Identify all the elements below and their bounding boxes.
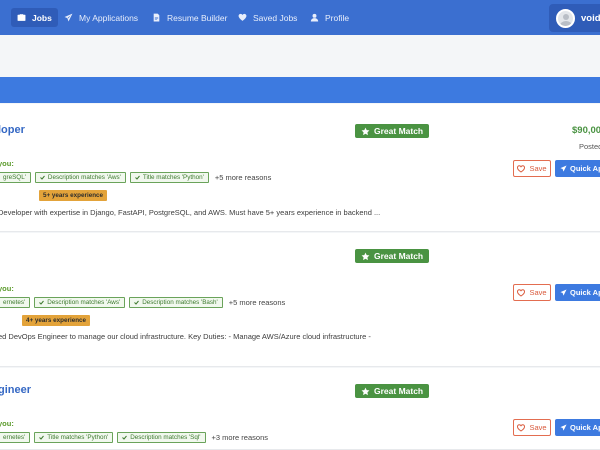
match-label: Great Match	[374, 386, 424, 396]
nav-item-label: My Applications	[79, 12, 139, 23]
star-icon	[361, 127, 370, 135]
more-reasons-link[interactable]: +3 more reasons	[212, 433, 269, 442]
posted-date: Posted	[579, 142, 600, 151]
reason-tag: ernetes'	[0, 297, 31, 308]
match-label: Great Match	[374, 251, 424, 261]
job-description: Developer with expertise in Django, Fast…	[0, 208, 381, 217]
save-label: Save	[529, 423, 547, 432]
apply-label: Quick Ap	[570, 288, 600, 297]
job-description: ed DevOps Engineer to manage our cloud i…	[0, 332, 371, 341]
paper-plane-icon	[64, 13, 73, 22]
match-reasons-label: you:	[0, 419, 14, 428]
star-icon	[361, 387, 370, 395]
reason-tag: Description matches 'Bash'	[129, 297, 223, 308]
heart-icon	[517, 164, 526, 173]
nav-item-label: Jobs	[32, 12, 52, 23]
avatar	[556, 8, 575, 28]
reason-text: ernetes'	[3, 299, 26, 306]
nav-item-profile[interactable]: Profile	[304, 8, 355, 27]
reason-text: Description matches 'Aws'	[47, 299, 121, 306]
user-name: voidm	[581, 12, 600, 24]
reason-text: ernetes'	[3, 434, 26, 441]
quick-apply-button[interactable]: Quick Ap	[555, 284, 600, 301]
quick-apply-button[interactable]: Quick Ap	[555, 160, 600, 177]
match-badge: Great Match	[355, 384, 430, 398]
match-label: Great Match	[374, 126, 424, 136]
reason-tag: Title matches 'Python'	[129, 172, 209, 183]
check-icon	[40, 175, 45, 180]
check-icon	[39, 435, 45, 440]
check-icon	[122, 435, 128, 440]
user-icon	[310, 13, 319, 22]
match-reasons: greSQL' Description matches 'Aws' Title …	[0, 172, 271, 183]
nav-item-my-applications[interactable]: My Applications	[58, 8, 144, 27]
save-button[interactable]: Save	[513, 284, 551, 301]
nav-item-jobs[interactable]: Jobs	[11, 8, 58, 27]
check-icon	[39, 300, 45, 305]
job-card: loper Great Match $90,00 Posted you: gre…	[0, 104, 600, 232]
experience-badge: 4+ years experience	[22, 315, 91, 326]
nav-item-label: Resume Builder	[167, 12, 228, 23]
reason-tag: ernetes'	[0, 432, 31, 443]
match-reasons: ernetes' Description matches 'Aws' Descr…	[0, 297, 285, 308]
save-button[interactable]: Save	[513, 160, 551, 177]
top-navbar: Jobs My Applications Resume Builder Save…	[0, 0, 600, 35]
job-card: gineer Great Match you: ernetes' Title m…	[0, 368, 600, 450]
job-title[interactable]: gineer	[0, 384, 31, 396]
reason-tag: Description matches 'Sql'	[117, 432, 206, 443]
star-icon	[361, 252, 370, 260]
reason-tag: Description matches 'Aws'	[34, 172, 126, 183]
nav-item-saved-jobs[interactable]: Saved Jobs	[232, 8, 303, 27]
more-reasons-link[interactable]: +5 more reasons	[215, 173, 272, 182]
apply-label: Quick Ap	[570, 423, 600, 432]
reason-tag: Description matches 'Aws'	[34, 297, 126, 308]
nav-item-resume-builder[interactable]: Resume Builder	[146, 8, 233, 27]
more-reasons-link[interactable]: +5 more reasons	[229, 298, 286, 307]
paper-plane-icon	[560, 289, 567, 296]
match-reasons-label: you:	[0, 284, 14, 293]
save-label: Save	[529, 288, 547, 297]
nav-item-label: Profile	[325, 12, 350, 23]
experience-badge: 5+ years experience	[39, 190, 108, 201]
job-card: Great Match you: ernetes' Description ma…	[0, 233, 600, 367]
save-label: Save	[529, 164, 547, 173]
check-icon	[134, 300, 140, 305]
paper-plane-icon	[560, 424, 567, 431]
match-badge: Great Match	[355, 124, 430, 138]
match-reasons: ernetes' Title matches 'Python' Descript…	[0, 432, 268, 443]
reason-tag: greSQL'	[0, 172, 31, 183]
document-icon	[153, 13, 160, 22]
heart-icon	[517, 423, 526, 432]
reason-text: Description matches 'Sql'	[130, 434, 201, 441]
user-menu[interactable]: voidm	[549, 4, 600, 32]
check-icon	[135, 175, 140, 180]
reason-tag: Title matches 'Python'	[34, 432, 114, 443]
results-header-bar	[0, 77, 600, 103]
reason-text: Description matches 'Aws'	[47, 174, 121, 181]
match-badge: Great Match	[355, 249, 430, 263]
nav-item-label: Saved Jobs	[253, 12, 298, 23]
reason-text: greSQL'	[3, 174, 26, 181]
quick-apply-button[interactable]: Quick Ap	[555, 419, 600, 436]
reason-text: Title matches 'Python'	[142, 174, 204, 181]
reason-text: Title matches 'Python'	[47, 434, 109, 441]
job-title[interactable]: loper	[0, 124, 25, 136]
apply-label: Quick Ap	[570, 164, 600, 173]
briefcase-icon	[17, 14, 26, 21]
paper-plane-icon	[560, 165, 567, 172]
reason-text: Description matches 'Bash'	[142, 299, 218, 306]
heart-icon	[517, 288, 526, 297]
salary: $90,00	[572, 125, 600, 136]
heart-icon	[238, 13, 247, 21]
match-reasons-label: you:	[0, 159, 14, 168]
save-button[interactable]: Save	[513, 419, 551, 436]
